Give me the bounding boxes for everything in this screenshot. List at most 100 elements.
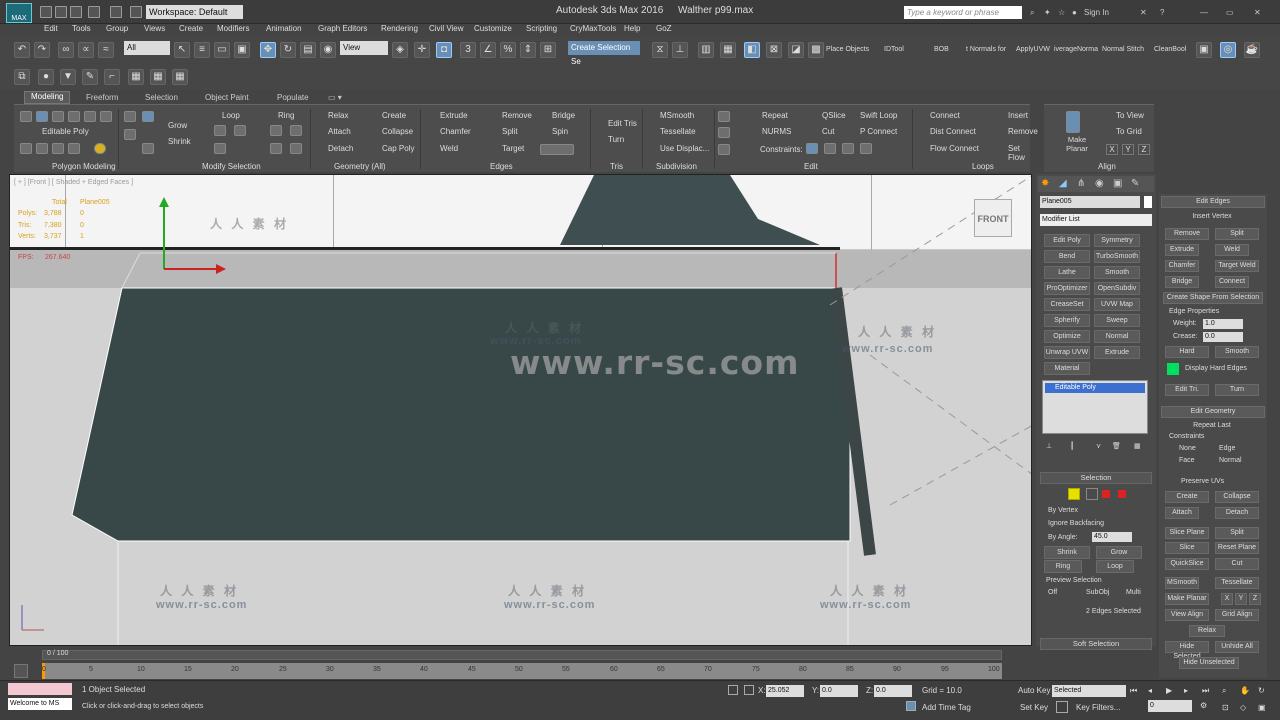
cube-4-icon[interactable]: [68, 143, 80, 154]
edit-tool-2-icon[interactable]: [718, 127, 730, 138]
goto-start-icon[interactable]: ⏮: [1130, 686, 1137, 696]
stack-item-editable-poly[interactable]: Editable Poly: [1045, 383, 1145, 393]
save-file-icon[interactable]: [70, 6, 82, 18]
ee-extrude-button[interactable]: Extrude: [1165, 244, 1199, 256]
menu-group[interactable]: Group: [106, 24, 128, 33]
auto-key-button[interactable]: Auto Key: [1018, 686, 1050, 695]
modifier-stack[interactable]: Editable Poly: [1042, 380, 1148, 434]
relax-button[interactable]: Relax: [316, 111, 348, 120]
selection-filter-dropdown[interactable]: All: [124, 41, 170, 55]
material-mod-button[interactable]: Material: [1044, 362, 1090, 375]
x-coordinate-input[interactable]: 25.052: [766, 685, 804, 697]
fov-icon[interactable]: ◇: [1240, 703, 1246, 712]
creaseset-mod-button[interactable]: CreaseSet: [1044, 298, 1090, 311]
preview-multi-radio[interactable]: Multi: [1126, 589, 1141, 596]
cube-icon[interactable]: [20, 143, 32, 154]
named-selection-dropdown[interactable]: Create Selection Se: [568, 41, 640, 66]
set-key-icon[interactable]: [1056, 701, 1068, 713]
constraint-edge-icon[interactable]: [824, 143, 836, 154]
exchange-icon[interactable]: ✕: [1140, 8, 1147, 17]
edit-named-selection-icon[interactable]: ⊞: [540, 42, 556, 58]
z-coordinate-input[interactable]: 0.0: [874, 685, 912, 697]
loop-button[interactable]: Loop: [208, 111, 240, 120]
grid-select-icon[interactable]: [142, 111, 154, 122]
align-y-button[interactable]: Y: [1122, 144, 1134, 155]
sign-in-link[interactable]: Sign In: [1084, 8, 1109, 17]
planar-z-button[interactable]: Z: [1249, 593, 1261, 605]
modify-tab-icon[interactable]: ◢: [1059, 178, 1067, 189]
render-production-icon[interactable]: ☕: [1244, 42, 1260, 58]
constraint-normal-radio[interactable]: Normal: [1219, 457, 1242, 464]
tab-selection[interactable]: Selection: [145, 93, 178, 102]
utilities-tab-icon[interactable]: ✎: [1131, 178, 1139, 189]
planar-y-button[interactable]: Y: [1235, 593, 1247, 605]
grid-align-button[interactable]: Grid Align: [1215, 609, 1259, 621]
show-end-result-icon[interactable]: ┃: [1070, 442, 1074, 450]
rect-selection-icon[interactable]: ▭: [214, 42, 230, 58]
window-crossing-icon[interactable]: ▣: [234, 42, 250, 58]
prev-frame-icon[interactable]: ◂: [1148, 686, 1152, 695]
menu-customize[interactable]: Customize: [474, 24, 512, 33]
make-planar-icon[interactable]: [1066, 111, 1080, 133]
spinner-snap-icon[interactable]: ⇕: [520, 42, 536, 58]
shrink-button[interactable]: Shrink: [1044, 546, 1090, 559]
attach-button[interactable]: Attach: [316, 127, 351, 136]
subdivision-footer[interactable]: Subdivision: [656, 162, 697, 171]
help-icon[interactable]: ?: [1160, 8, 1164, 17]
chamfer-button[interactable]: Chamfer: [428, 127, 471, 136]
ee-split-button[interactable]: Split: [1215, 228, 1259, 240]
turn-button[interactable]: Turn: [596, 135, 624, 144]
eg-split-button[interactable]: Split: [1215, 527, 1259, 539]
curve-editor-icon[interactable]: ◧: [744, 42, 760, 58]
to-grid-button[interactable]: To Grid: [1104, 127, 1142, 136]
edit-tool-3-icon[interactable]: [718, 144, 730, 155]
swift-loop-button[interactable]: Swift Loop: [848, 111, 897, 120]
detach-button[interactable]: Detach: [1215, 507, 1259, 519]
loop-mode-icon[interactable]: [214, 143, 226, 154]
toggle-ribbon-icon[interactable]: ▦: [720, 42, 736, 58]
lock-selection-icon[interactable]: [728, 685, 738, 695]
make-planar-button[interactable]: Make Planar: [1165, 593, 1209, 605]
menu-crymaxtools[interactable]: CryMaxTools: [570, 24, 616, 33]
front-viewport[interactable]: [ + ] [Front ] [ Shaded + Edged Faces ] …: [9, 174, 1032, 646]
weight-input[interactable]: 1.0: [1203, 319, 1243, 329]
object-color-swatch[interactable]: [1144, 196, 1152, 208]
cleanbool-label[interactable]: CleanBool: [1154, 46, 1186, 53]
ee-remove-button[interactable]: Remove: [1165, 228, 1209, 240]
ring-grow-icon[interactable]: [270, 125, 282, 136]
collapse-button[interactable]: Collapse: [370, 127, 413, 136]
film-render-icon[interactable]: ▦: [172, 69, 188, 85]
key-filters-button[interactable]: Key Filters...: [1076, 703, 1120, 712]
set-flow-button[interactable]: Set Flow: [996, 144, 1030, 162]
edit-footer[interactable]: Edit: [804, 162, 818, 171]
normal-mod-button[interactable]: Normal: [1094, 330, 1140, 343]
redo-icon[interactable]: ↷: [34, 42, 50, 58]
pin-stack-icon[interactable]: ⊥: [1046, 442, 1052, 450]
expand-icon[interactable]: [124, 111, 136, 122]
create-shape-button[interactable]: Create Shape From Selection: [1163, 292, 1263, 304]
extrude-mod-button[interactable]: Extrude: [1094, 346, 1140, 359]
turbosmooth-mod-button[interactable]: TurboSmooth: [1094, 250, 1140, 263]
qslice-button[interactable]: QSlice: [810, 111, 846, 120]
relax-button[interactable]: Relax: [1189, 625, 1225, 637]
user-icon[interactable]: ●: [1072, 8, 1077, 17]
bind-spacewarp-icon[interactable]: ≈: [98, 42, 114, 58]
grow-arrow-icon[interactable]: [124, 129, 136, 140]
weld-button[interactable]: Weld: [428, 144, 458, 153]
constraint-none-icon[interactable]: [806, 143, 818, 154]
loop-grow-icon[interactable]: [214, 125, 226, 136]
ref-coord-dropdown[interactable]: View: [340, 41, 388, 55]
remove-button[interactable]: Remove: [490, 111, 532, 120]
nurms-button[interactable]: NURMS: [750, 127, 791, 136]
tab-modeling[interactable]: Modeling: [24, 91, 71, 104]
bone-icon[interactable]: ⌐: [104, 69, 120, 85]
select-by-name-icon[interactable]: ≡: [194, 42, 210, 58]
cube-3-icon[interactable]: [52, 143, 64, 154]
edit-tri-button[interactable]: Edit Tri.: [1165, 384, 1209, 396]
hide-selected-button[interactable]: Hide Selected: [1165, 641, 1209, 660]
mirror-icon[interactable]: ⧖: [652, 42, 668, 58]
menu-tools[interactable]: Tools: [72, 24, 91, 33]
constraint-edge-radio[interactable]: Edge: [1219, 445, 1235, 452]
prooptimizer-mod-button[interactable]: ProOptimizer: [1044, 282, 1090, 295]
loops-remove-button[interactable]: Remove: [996, 127, 1038, 136]
